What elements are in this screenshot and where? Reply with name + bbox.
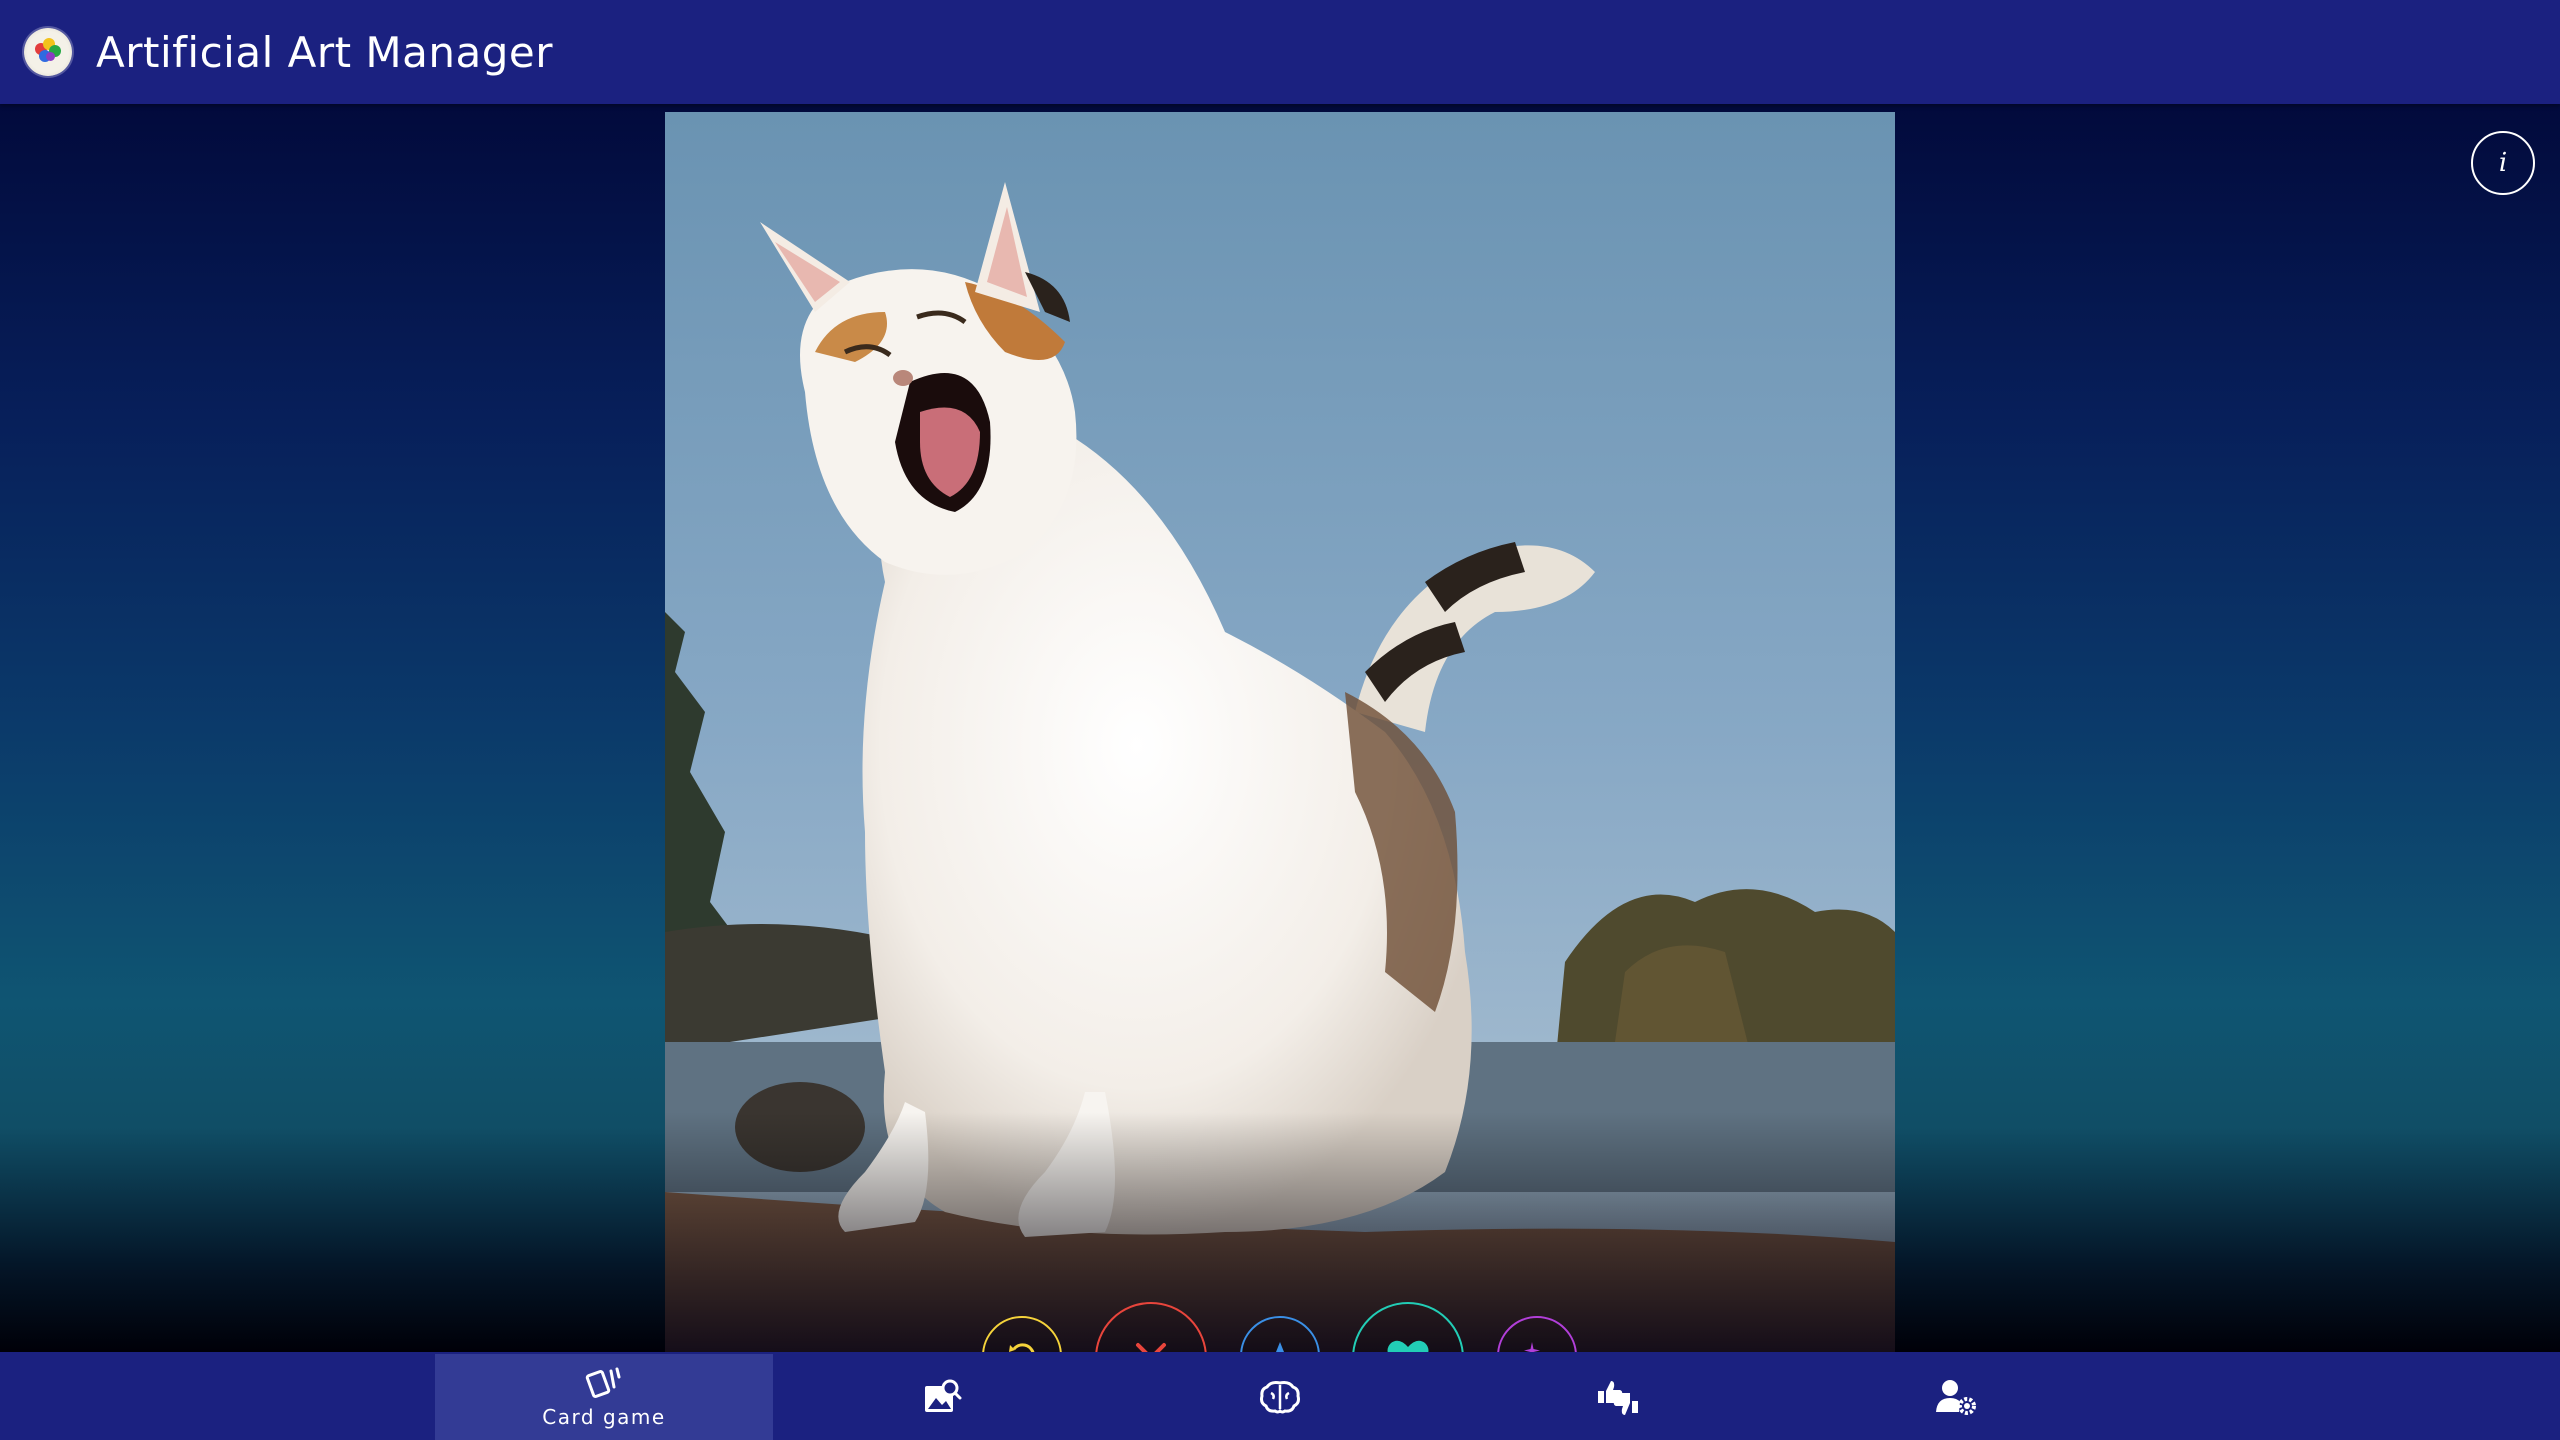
brain-icon (1260, 1381, 1300, 1414)
app-header: Artificial Art Manager (0, 0, 2560, 104)
tab-ai-brain[interactable] (1111, 1354, 1449, 1440)
info-button[interactable]: i (2471, 131, 2535, 195)
thumbs-up-down-icon (1598, 1381, 1638, 1415)
artwork-card[interactable] (665, 112, 1895, 1352)
info-icon: i (2498, 148, 2508, 178)
tab-gallery[interactable] (773, 1354, 1111, 1440)
card-stage: i (0, 104, 2560, 1414)
bottom-navigation: Card game (0, 1352, 2560, 1440)
image-search-icon (925, 1379, 962, 1412)
tab-card-game-label: Card game (542, 1405, 666, 1429)
user-settings-icon (1936, 1380, 1976, 1415)
palette-logo-icon (24, 28, 72, 76)
app-title: Artificial Art Manager (96, 27, 554, 77)
tab-ratings[interactable] (1449, 1354, 1787, 1440)
cat-artwork-image (665, 112, 1895, 1352)
tab-card-game[interactable]: Card game (435, 1354, 773, 1440)
tab-user-settings[interactable] (1787, 1354, 2125, 1440)
cards-icon (585, 1367, 621, 1399)
